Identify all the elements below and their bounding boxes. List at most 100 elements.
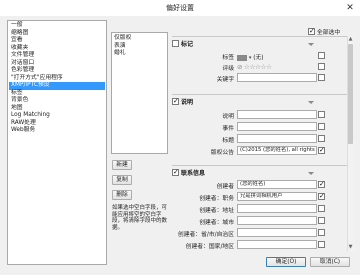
sidebar-item[interactable]: Log Matching (9, 112, 105, 120)
row-creator: 创建者 (您的姓名) (172, 180, 357, 190)
state-field[interactable] (237, 228, 317, 237)
event-checkbox[interactable] (318, 123, 325, 130)
sidebar-item[interactable]: "打开方式"应用程序 (9, 75, 105, 83)
row-city: 创建者：城市 (172, 216, 357, 226)
label-label: 标签 (222, 55, 234, 61)
copyright-field[interactable]: (C)2015 (您的姓名), all rights reser (237, 146, 317, 155)
cancel-button[interactable]: 取消(C) (310, 257, 350, 267)
row-job-title: 创建者：职务 兄是拼词相机用户 (172, 192, 357, 202)
sidebar-item[interactable]: 文件管理 (9, 52, 105, 60)
address-checkbox[interactable] (318, 205, 325, 212)
section-contact-checkbox[interactable] (172, 168, 179, 176)
section-tags-title: 标记 (181, 41, 194, 48)
caption-label: 说明 (222, 114, 234, 120)
country-label: 创建者：国家/地区 (185, 244, 234, 250)
event-field[interactable] (237, 122, 317, 131)
city-field[interactable] (237, 216, 317, 225)
sidebar-item[interactable]: 色彩管理 (9, 67, 105, 75)
sidebar-item[interactable]: 对话窗口 (9, 60, 105, 68)
label-checkbox[interactable] (318, 52, 325, 59)
rating-stars[interactable]: ⊘ ☆☆☆☆☆ (237, 63, 272, 71)
state-label: 创建者：省/市/自治区 (177, 232, 234, 238)
label-color-swatch (237, 54, 247, 61)
section-divider (172, 94, 353, 95)
scrollbar-thumb[interactable] (348, 44, 353, 144)
job-title-field[interactable]: 兄是拼词相机用户 (237, 192, 317, 201)
preset-item[interactable]: 表演 (114, 43, 165, 51)
label-dropdown[interactable]: ▾ (无) (237, 52, 264, 61)
country-field[interactable] (237, 240, 317, 249)
sidebar-item[interactable]: RAW处理 (9, 120, 105, 128)
rating-checkbox[interactable] (318, 63, 325, 70)
job-title-label: 创建者：职务 (199, 196, 234, 202)
copyright-checkbox[interactable] (318, 146, 325, 154)
select-all-checkbox[interactable]: 全部选中 (308, 27, 340, 36)
select-all-box[interactable] (308, 27, 315, 35)
row-rating: 评级 ⊘ ☆☆☆☆☆ (172, 62, 357, 72)
row-copyright: 版权公告 (C)2015 (您的姓名), all rights reser (172, 146, 357, 156)
sidebar-item[interactable]: XMP/IPTC预设 (9, 82, 105, 90)
star-rating-icon[interactable]: ☆☆☆☆☆ (244, 63, 272, 71)
reject-icon[interactable]: ⊘ (237, 63, 242, 71)
sidebar-item[interactable]: 收藏夹 (9, 45, 105, 53)
caption-checkbox[interactable] (318, 111, 325, 118)
keywords-field[interactable] (237, 73, 317, 82)
chevron-down-icon[interactable] (308, 99, 314, 105)
row-country: 创建者：国家/地区 (172, 240, 357, 250)
chevron-down-icon: ▾ (248, 54, 252, 61)
caption-field[interactable] (237, 110, 317, 119)
state-checkbox[interactable] (318, 229, 325, 236)
row-label: 标签 ▾ (无) (172, 51, 357, 61)
category-list[interactable]: 一般 缩略图 宜看 收藏夹 文件管理 对话窗口 色彩管理 "打开方式"应用程序 XMP/IPTC… (7, 20, 107, 265)
sidebar-item[interactable]: 地图 (9, 105, 105, 113)
section-description-title: 说明 (181, 99, 194, 106)
section-description-checkbox[interactable] (172, 97, 179, 105)
section-contact-title: 联系信息 (181, 170, 206, 177)
keywords-checkbox[interactable] (318, 74, 325, 81)
keywords-label: 关键字 (216, 77, 234, 83)
section-contact-header[interactable]: 联系信息 (172, 168, 205, 177)
section-divider (172, 165, 353, 166)
row-event: 事件 (172, 122, 357, 132)
sidebar-item[interactable]: 宜看 (9, 37, 105, 45)
sidebar-item[interactable]: 缩略图 (9, 30, 105, 38)
section-tags-checkbox[interactable] (172, 40, 179, 47)
creator-field[interactable]: (您的姓名) (237, 180, 317, 189)
copy-preset-button[interactable]: 复制 (112, 175, 132, 185)
preset-item[interactable]: 仅版权 (114, 35, 165, 43)
section-tags-header[interactable]: 标记 (172, 39, 193, 48)
row-state: 创建者：省/市/自治区 (172, 228, 357, 238)
address-label: 创建者：地址 (199, 208, 234, 214)
row-address: 创建者：地址 (172, 204, 357, 214)
event-label: 事件 (222, 126, 234, 132)
rating-label: 评级 (222, 66, 234, 72)
headline-field[interactable] (237, 134, 317, 143)
city-checkbox[interactable] (318, 217, 325, 224)
preset-item[interactable]: 婚礼 (114, 50, 165, 58)
scroll-down-icon[interactable]: ▼ (347, 244, 354, 251)
section-description-header[interactable]: 说明 (172, 97, 193, 106)
delete-preset-button[interactable]: 删除 (112, 190, 132, 200)
scroll-up-icon[interactable]: ▲ (347, 36, 354, 43)
sidebar-item[interactable]: 标签 (9, 90, 105, 98)
city-label: 创建者：城市 (199, 220, 234, 226)
blank-field-hint: 如果选中空白字段，可能应用将空的空白字段，将清除字段中的数据。 (112, 205, 168, 231)
creator-checkbox[interactable] (318, 180, 325, 188)
ok-button[interactable]: 确定(O) (266, 257, 306, 267)
sidebar-item[interactable]: Web服务 (9, 127, 105, 135)
label-value: (无) (253, 55, 264, 61)
headline-label: 标题 (222, 138, 234, 144)
preset-list[interactable]: 仅版权 表演 婚礼 (111, 32, 168, 154)
headline-checkbox[interactable] (318, 135, 325, 142)
section-divider (172, 36, 353, 37)
close-icon[interactable]: ✕ (344, 2, 356, 14)
country-checkbox[interactable] (318, 241, 325, 248)
address-field[interactable] (237, 204, 317, 213)
chevron-down-icon[interactable] (308, 41, 314, 47)
chevron-down-icon[interactable] (308, 170, 314, 176)
sidebar-item[interactable]: 一般 (9, 22, 105, 30)
new-preset-button[interactable]: 新建 (112, 160, 132, 170)
row-headline: 标题 (172, 134, 357, 144)
job-title-checkbox[interactable] (318, 192, 325, 200)
sidebar-item[interactable]: 背景色 (9, 97, 105, 105)
